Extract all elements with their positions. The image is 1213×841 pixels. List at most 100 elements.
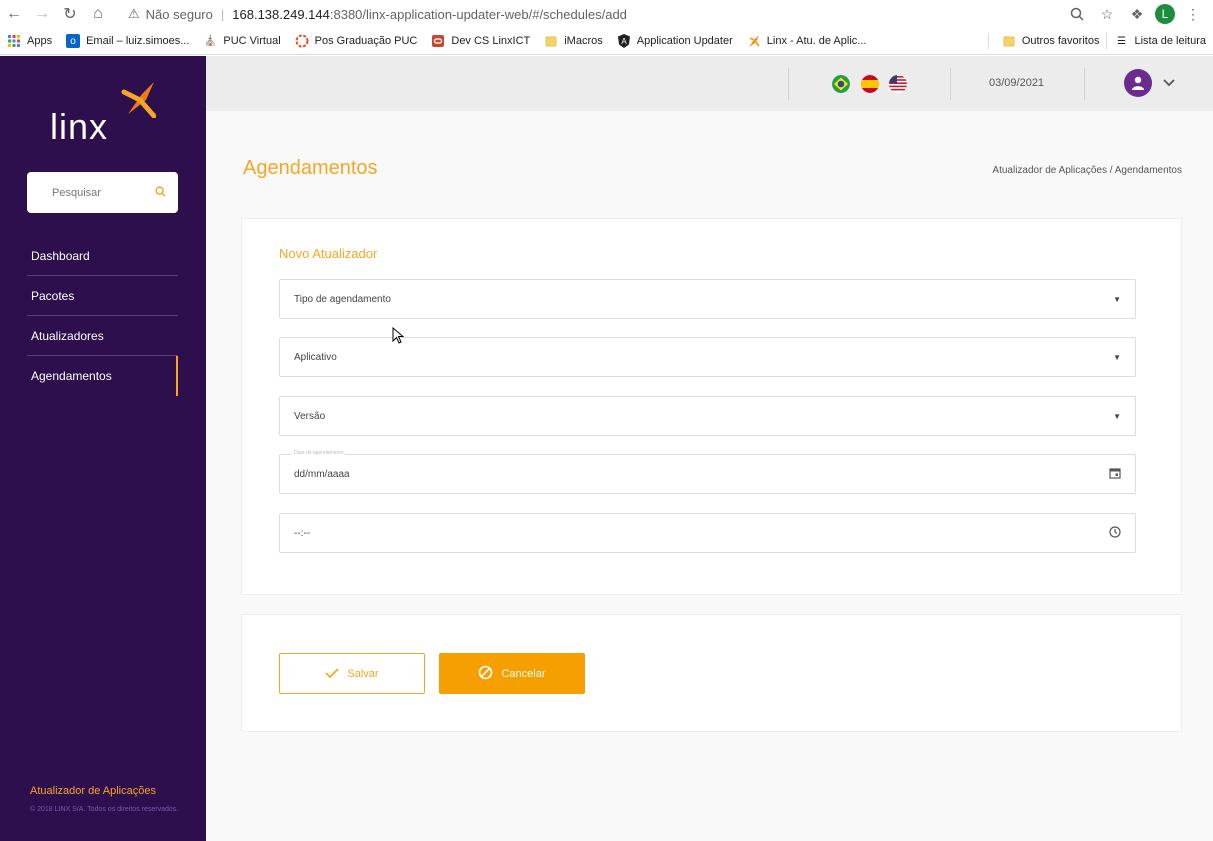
forward-icon[interactable]: → bbox=[28, 0, 56, 28]
schedule-type-label: Tipo de agendamento bbox=[294, 293, 391, 305]
apps-icon bbox=[7, 34, 21, 48]
sidebar-footer-copyright: © 2018 LINX S/A. Todos os direitos reser… bbox=[30, 806, 179, 813]
sidebar-footer-title: Atualizador de Aplicações bbox=[30, 785, 156, 797]
url-path: :8380/linx-application-updater-web/#/sch… bbox=[329, 6, 627, 22]
calendar-icon[interactable] bbox=[1109, 467, 1121, 482]
current-date: 03/09/2021 bbox=[989, 77, 1045, 89]
sidebar-item-label: Pacotes bbox=[31, 288, 75, 303]
time-placeholder: --:-- bbox=[294, 527, 311, 539]
bookmark-imacros[interactable]: iMacros bbox=[537, 28, 610, 55]
angular-icon: A bbox=[617, 34, 631, 48]
topbar-divider bbox=[788, 68, 789, 100]
linx-icon bbox=[747, 34, 761, 48]
security-label: Não seguro bbox=[145, 6, 213, 22]
back-icon[interactable]: ← bbox=[0, 0, 28, 28]
user-icon bbox=[1132, 76, 1144, 90]
browser-toolbar: ← → ↻ ⌂ ⚠ Não seguro | 168.138.249.144 :… bbox=[0, 0, 1213, 28]
schedule-type-select[interactable]: Tipo de agendamento ▼ bbox=[279, 279, 1136, 319]
logo-text: linx bbox=[50, 106, 109, 147]
flag-brazil-icon[interactable] bbox=[832, 75, 850, 93]
cancel-label: Cancelar bbox=[501, 667, 546, 680]
page-title: Agendamentos bbox=[243, 157, 378, 179]
form-title: Novo Atualizador bbox=[279, 246, 378, 261]
reading-list-button[interactable]: ☰ Lista de leitura bbox=[1107, 28, 1213, 55]
bookmark-apps[interactable]: Apps bbox=[0, 28, 59, 55]
more-icon[interactable]: ⋮ bbox=[1181, 2, 1205, 26]
actions-card: Salvar Cancelar bbox=[241, 614, 1182, 732]
sidebar-item-atualizadores[interactable]: Atualizadores bbox=[27, 316, 178, 356]
folder-icon bbox=[544, 34, 558, 48]
extensions-icon[interactable]: ❖ bbox=[1125, 2, 1149, 26]
bookmark-linx[interactable]: Linx - Atu. de Aplic... bbox=[740, 28, 874, 55]
warning-icon: ⚠ bbox=[128, 6, 140, 21]
clock-icon[interactable] bbox=[1109, 525, 1121, 541]
bookmark-application-updater[interactable]: A Application Updater bbox=[610, 28, 740, 55]
breadcrumb[interactable]: Atualizador de Aplicações / Agendamentos bbox=[992, 165, 1182, 176]
bookmark-label: Outros favoritos bbox=[1021, 35, 1100, 47]
url-host: 168.138.249.144 bbox=[232, 6, 330, 22]
schedule-date-input[interactable]: Data de agendamento dd/mm/aaaa bbox=[279, 450, 1136, 494]
form-card: Novo Atualizador Tipo de agendamento ▼ A… bbox=[241, 218, 1182, 595]
bookmark-label: Email – luiz.simoes... bbox=[86, 35, 190, 47]
top-bar: 03/09/2021 bbox=[206, 56, 1213, 111]
date-placeholder: dd/mm/aaaa bbox=[294, 468, 350, 480]
save-button[interactable]: Salvar bbox=[279, 653, 425, 694]
application-select[interactable]: Aplicativo ▼ bbox=[279, 337, 1136, 377]
chevron-down-icon[interactable] bbox=[1162, 75, 1176, 91]
linx-logo-mark bbox=[121, 82, 156, 118]
puc-icon: ⛪ bbox=[204, 35, 217, 47]
version-select[interactable]: Versão ▼ bbox=[279, 396, 1136, 436]
reading-list-label: Lista de leitura bbox=[1134, 35, 1206, 47]
user-avatar[interactable] bbox=[1124, 69, 1152, 97]
profile-avatar[interactable]: L bbox=[1155, 4, 1175, 24]
main-content: Agendamentos Atualizador de Aplicações /… bbox=[206, 111, 1213, 841]
sidebar-item-label: Dashboard bbox=[31, 248, 90, 263]
schedule-date-label: Data de agendamento bbox=[292, 450, 346, 456]
star-icon[interactable]: ☆ bbox=[1095, 2, 1119, 26]
zoom-icon[interactable] bbox=[1065, 2, 1089, 26]
bookmark-dev-cs[interactable]: Dev CS LinxICT bbox=[424, 28, 537, 55]
flag-spain-icon[interactable] bbox=[861, 75, 879, 93]
bookmark-label: Linx - Atu. de Aplic... bbox=[766, 35, 867, 47]
bookmark-email[interactable]: o Email – luiz.simoes... bbox=[59, 28, 196, 55]
search-input[interactable] bbox=[52, 186, 142, 199]
address-bar[interactable]: ⚠ Não seguro | 168.138.249.144 :8380/lin… bbox=[128, 0, 1065, 28]
bookmark-label: Apps bbox=[27, 35, 53, 47]
svg-text:A: A bbox=[621, 37, 627, 46]
bookmark-label: Pos Graduação PUC bbox=[314, 35, 418, 47]
cancel-icon bbox=[478, 665, 493, 683]
mouse-cursor-icon bbox=[392, 326, 405, 350]
reload-icon[interactable]: ↻ bbox=[56, 0, 84, 28]
search-icon[interactable] bbox=[155, 185, 166, 200]
bookmark-pos-graduacao[interactable]: Pos Graduação PUC bbox=[288, 28, 425, 55]
linx-logo[interactable]: linx bbox=[48, 78, 168, 148]
oracle-icon bbox=[431, 34, 445, 48]
bookmark-label: iMacros bbox=[564, 35, 603, 47]
ring-icon bbox=[295, 34, 309, 48]
sidebar-item-label: Agendamentos bbox=[31, 369, 112, 383]
flag-usa-icon[interactable] bbox=[889, 75, 907, 93]
sidebar-item-label: Atualizadores bbox=[31, 328, 104, 343]
topbar-divider bbox=[950, 68, 951, 100]
outlook-icon: o bbox=[66, 34, 81, 48]
dropdown-arrow-icon: ▼ bbox=[1113, 352, 1121, 362]
application-label: Aplicativo bbox=[294, 351, 337, 363]
version-label: Versão bbox=[294, 410, 326, 422]
check-icon bbox=[325, 666, 340, 682]
schedule-time-input[interactable]: --:-- bbox=[279, 513, 1136, 553]
topbar-divider bbox=[1084, 68, 1085, 100]
save-label: Salvar bbox=[347, 667, 379, 680]
bookmark-puc-virtual[interactable]: ⛪ PUC Virtual bbox=[196, 28, 287, 55]
folder-icon bbox=[1002, 34, 1016, 48]
sidebar-search[interactable] bbox=[27, 172, 178, 213]
bookmarks-divider bbox=[987, 33, 989, 49]
cancel-button[interactable]: Cancelar bbox=[439, 653, 585, 694]
bookmark-other-favorites[interactable]: Outros favoritos bbox=[995, 28, 1107, 55]
sidebar-item-dashboard[interactable]: Dashboard bbox=[27, 236, 178, 276]
address-separator: | bbox=[220, 6, 225, 22]
sidebar-item-pacotes[interactable]: Pacotes bbox=[27, 276, 178, 316]
bookmarks-bar: Apps o Email – luiz.simoes... ⛪ PUC Virt… bbox=[0, 28, 1213, 55]
home-icon[interactable]: ⌂ bbox=[84, 0, 112, 28]
reading-list-icon: ☰ bbox=[1116, 35, 1126, 47]
sidebar-item-agendamentos[interactable]: Agendamentos bbox=[27, 356, 178, 396]
